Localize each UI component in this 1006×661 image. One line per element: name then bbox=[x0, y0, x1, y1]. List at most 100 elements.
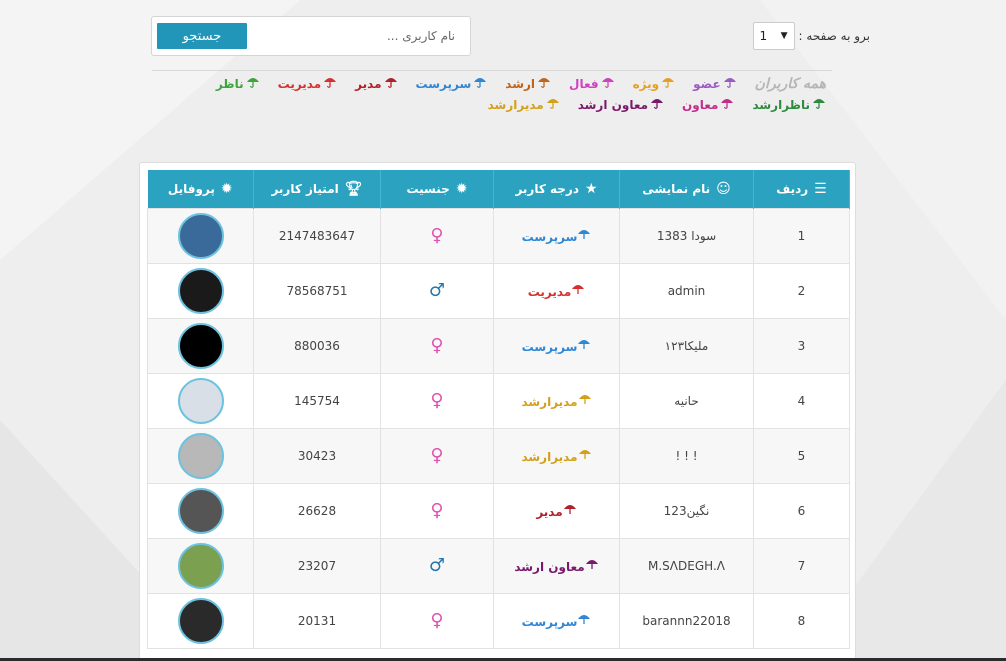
gender-cell: ♂ bbox=[380, 262, 494, 319]
umbrella-icon bbox=[384, 75, 398, 92]
legend-rank-3[interactable]: ارشد bbox=[505, 75, 551, 92]
gender-cell: ♀ bbox=[380, 482, 494, 539]
page-select[interactable]: 1 ▼ bbox=[752, 22, 795, 50]
score-cell: 26628 bbox=[253, 482, 381, 539]
table-row: 3 ملیکا۱۲۳ سرپرست ♀ 880036 bbox=[147, 317, 850, 374]
row-number: 2 bbox=[753, 262, 850, 319]
profile-cell bbox=[147, 372, 254, 429]
row-number: 3 bbox=[753, 317, 850, 374]
legend-rank-label: ویژه bbox=[632, 76, 660, 91]
rank-cell: مدیرارشد bbox=[493, 372, 620, 429]
members-panel: ☰ردیف ☺نام نمایشی ★درجه کاربر ✹جنسیت 🏆︎ا… bbox=[139, 162, 856, 661]
display-name-link[interactable]: نگین123 bbox=[619, 482, 754, 539]
female-icon: ♀ bbox=[430, 390, 444, 411]
header-row-number[interactable]: ☰ردیف bbox=[753, 170, 850, 208]
legend-rank-4[interactable]: سرپرست bbox=[416, 75, 488, 92]
legend-rank-label: مدیرارشد bbox=[487, 97, 544, 112]
table-row: 7 M.SΛDEGH.Λ معاون ارشد ♂ 23207 bbox=[147, 537, 850, 594]
umbrella-icon bbox=[546, 96, 560, 113]
table-row: 6 نگین123 مدیر ♀ 26628 bbox=[147, 482, 850, 539]
legend-rank-0[interactable]: عضو bbox=[693, 75, 737, 92]
display-name-link[interactable]: ملیکا۱۲۳ bbox=[619, 317, 754, 374]
score-cell: 78568751 bbox=[253, 262, 381, 319]
avatar[interactable] bbox=[177, 432, 224, 479]
display-name-link[interactable]: admin bbox=[619, 262, 754, 319]
score-cell: 23207 bbox=[253, 537, 381, 594]
rank-legend: همه کاربران عضو ویژه فعال ارشد سرپرست مدیر مدی… bbox=[152, 70, 832, 113]
display-name-link[interactable]: سودا 1383 bbox=[619, 207, 754, 264]
legend-rank-9[interactable]: معاون bbox=[682, 96, 734, 113]
header-gender[interactable]: ✹جنسیت bbox=[380, 170, 494, 208]
female-icon: ♀ bbox=[430, 610, 444, 631]
umbrella-icon bbox=[723, 75, 737, 92]
star-icon: ★ bbox=[584, 180, 598, 197]
row-number: 6 bbox=[753, 482, 850, 539]
legend-rank-6[interactable]: مدیریت bbox=[278, 75, 338, 92]
umbrella-icon bbox=[601, 75, 615, 92]
score-cell: 2147483647 bbox=[253, 207, 381, 264]
rank-label: سرپرست bbox=[521, 340, 578, 354]
display-name-link[interactable]: barannn22018 bbox=[619, 592, 754, 649]
legend-rank-label: مدیریت bbox=[277, 76, 322, 91]
search-input[interactable] bbox=[247, 21, 465, 51]
row-number: 4 bbox=[753, 372, 850, 429]
display-name-link[interactable]: حانیه bbox=[619, 372, 754, 429]
legend-rank-label: ناظر bbox=[215, 76, 244, 91]
page-jump: برو به صفحه : 1 ▼ bbox=[740, 20, 870, 52]
umbrella-icon bbox=[577, 340, 591, 354]
header-score[interactable]: 🏆︎امتیاز کاربر bbox=[253, 170, 381, 208]
avatar[interactable] bbox=[177, 267, 224, 314]
header-rank[interactable]: ★درجه کاربر bbox=[493, 170, 620, 208]
legend-rank-11[interactable]: مدیرارشد bbox=[488, 96, 560, 113]
rank-cell: سرپرست bbox=[493, 207, 620, 264]
legend-rank-5[interactable]: مدیر bbox=[355, 75, 397, 92]
avatar[interactable] bbox=[177, 487, 224, 534]
avatar[interactable] bbox=[177, 597, 224, 644]
avatar[interactable] bbox=[177, 542, 224, 589]
umbrella-icon bbox=[571, 285, 585, 299]
umbrella-icon bbox=[650, 96, 664, 113]
gender-cell: ♀ bbox=[380, 592, 494, 649]
table-row: 8 barannn22018 سرپرست ♀ 20131 bbox=[147, 592, 850, 649]
table-row: 5! ! ! مدیرارشد ♀ 30423 bbox=[147, 427, 850, 484]
umbrella-icon bbox=[577, 230, 591, 244]
legend-rank-7[interactable]: ناظر bbox=[216, 75, 260, 92]
legend-rank-label: فعال bbox=[569, 76, 599, 91]
male-icon: ♂ bbox=[428, 280, 446, 301]
umbrella-icon bbox=[577, 615, 591, 629]
profile-cell bbox=[147, 427, 254, 484]
page-jump-label: برو به صفحه : bbox=[798, 29, 870, 43]
rank-cell: مدیر bbox=[493, 482, 620, 539]
gear-icon: ✹ bbox=[220, 180, 233, 197]
avatar[interactable] bbox=[177, 212, 224, 259]
display-name-link[interactable]: M.SΛDEGH.Λ bbox=[619, 537, 754, 594]
row-number: 8 bbox=[753, 592, 850, 649]
legend-rank-10[interactable]: معاون ارشد bbox=[578, 96, 664, 113]
rank-label: مدیر bbox=[536, 505, 563, 519]
legend-all-users[interactable]: همه کاربران bbox=[755, 76, 826, 92]
umbrella-icon bbox=[537, 75, 551, 92]
legend-rank-2[interactable]: فعال bbox=[569, 75, 615, 92]
umbrella-icon bbox=[578, 395, 592, 409]
gear-icon: ✹ bbox=[455, 180, 468, 197]
legend-rank-label: ناظرارشد bbox=[752, 97, 810, 112]
avatar[interactable] bbox=[177, 377, 224, 424]
legend-rank-label: معاون bbox=[682, 97, 719, 112]
umbrella-icon bbox=[563, 505, 577, 519]
row-number: 1 bbox=[753, 207, 850, 264]
score-cell: 20131 bbox=[253, 592, 381, 649]
search-button[interactable]: جستجو bbox=[157, 23, 247, 49]
umbrella-icon bbox=[473, 75, 487, 92]
header-profile[interactable]: ✹پروفایل bbox=[147, 170, 254, 208]
female-icon: ♀ bbox=[430, 225, 444, 246]
table-row: 1 سودا 1383 سرپرست ♀ 2147483647 bbox=[147, 207, 850, 264]
avatar[interactable] bbox=[177, 322, 224, 369]
rank-cell: سرپرست bbox=[493, 317, 620, 374]
legend-rank-8[interactable]: ناظرارشد bbox=[752, 96, 826, 113]
row-number: 5 bbox=[753, 427, 850, 484]
header-display-name[interactable]: ☺نام نمایشی bbox=[619, 170, 754, 208]
legend-rank-1[interactable]: ویژه bbox=[633, 75, 676, 92]
display-name-link[interactable]: ! ! ! bbox=[619, 427, 754, 484]
gender-cell: ♀ bbox=[380, 317, 494, 374]
umbrella-icon bbox=[661, 75, 675, 92]
